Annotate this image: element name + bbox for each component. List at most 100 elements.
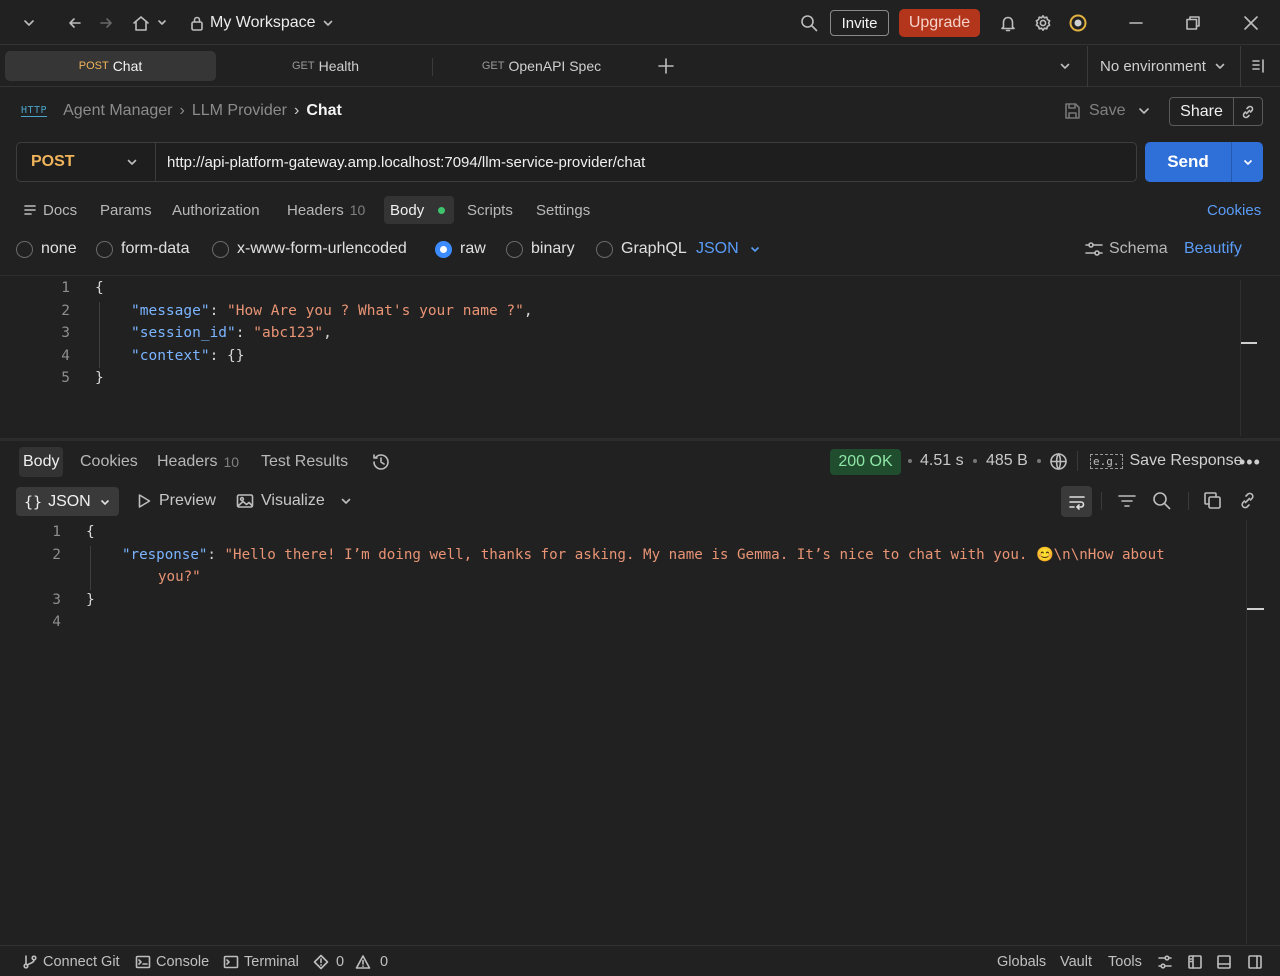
breadcrumb-item[interactable]: Agent Manager bbox=[63, 102, 172, 120]
breadcrumb-current: Chat bbox=[306, 102, 342, 119]
warnings-indicator[interactable]: 0 bbox=[355, 953, 388, 971]
schema-button[interactable]: Schema bbox=[1085, 240, 1168, 258]
environment-selector[interactable]: No environment bbox=[1100, 51, 1235, 81]
connect-git-button[interactable]: Connect Git bbox=[22, 953, 120, 971]
visualize-button[interactable]: Visualize bbox=[236, 490, 325, 512]
invite-button[interactable]: Invite bbox=[830, 10, 889, 36]
tab-post-chat[interactable]: POST Chat bbox=[5, 51, 216, 81]
braces-icon: {} bbox=[24, 492, 43, 511]
tab-docs[interactable]: Docs bbox=[23, 196, 77, 224]
two-pane-layout-icon[interactable] bbox=[1187, 953, 1203, 971]
line-number: 1 bbox=[61, 280, 70, 296]
cookies-link[interactable]: Cookies bbox=[1207, 196, 1261, 224]
save-button[interactable]: Save bbox=[1063, 99, 1125, 123]
wrap-lines-icon[interactable] bbox=[1061, 486, 1092, 517]
history-icon[interactable] bbox=[371, 447, 391, 477]
vault-button[interactable]: Vault bbox=[1060, 953, 1092, 971]
radio-icon bbox=[596, 240, 613, 258]
radio-label: raw bbox=[460, 240, 486, 257]
tab-get-openapi-spec[interactable]: GET OpenAPI Spec bbox=[436, 51, 647, 81]
method-select[interactable]: POST bbox=[16, 142, 156, 182]
response-tab-test-results[interactable]: Test Results bbox=[261, 447, 348, 477]
body-mode-form-data[interactable]: form-data bbox=[96, 240, 189, 258]
share-button[interactable]: Share bbox=[1170, 98, 1234, 125]
upgrade-button[interactable]: Upgrade bbox=[899, 9, 980, 37]
response-time[interactable]: 4.51 s bbox=[920, 452, 964, 470]
environment-quick-look-icon[interactable] bbox=[1248, 51, 1270, 81]
send-button[interactable]: Send bbox=[1145, 152, 1231, 172]
terminal-button[interactable]: Terminal bbox=[223, 953, 299, 971]
code-line: "message": "How Are you ? What's your na… bbox=[131, 303, 533, 319]
body-mode-none[interactable]: none bbox=[16, 240, 77, 258]
response-tab-cookies[interactable]: Cookies bbox=[80, 447, 138, 477]
body-mode-graphql[interactable]: GraphQL bbox=[596, 240, 687, 258]
editor-scrollbar-track[interactable] bbox=[1240, 280, 1241, 436]
json-key: "message" bbox=[131, 303, 210, 319]
response-tab-body[interactable]: Body bbox=[19, 447, 64, 477]
errors-count: 0 bbox=[336, 954, 345, 970]
search-icon[interactable] bbox=[1152, 491, 1171, 510]
response-tab-headers[interactable]: Headers 10 bbox=[157, 447, 239, 477]
tabs-overflow-chevron-icon[interactable] bbox=[1055, 51, 1075, 81]
minimize-icon[interactable] bbox=[1125, 11, 1147, 35]
share-button-group: Share bbox=[1169, 97, 1263, 126]
forward-arrow-icon[interactable] bbox=[95, 11, 117, 35]
response-size[interactable]: 485 B bbox=[986, 452, 1028, 470]
tab-authorization[interactable]: Authorization bbox=[172, 196, 260, 224]
search-icon[interactable] bbox=[798, 11, 820, 35]
sync-status-icon[interactable] bbox=[1067, 11, 1089, 35]
errors-indicator[interactable]: 0 bbox=[313, 953, 344, 971]
tab-scripts[interactable]: Scripts bbox=[467, 196, 513, 224]
link-icon[interactable] bbox=[1234, 104, 1262, 120]
body-mode-urlencoded[interactable]: x-www-form-urlencoded bbox=[212, 240, 407, 258]
response-format-select[interactable]: {} JSON bbox=[16, 487, 119, 516]
tools-button[interactable]: Tools bbox=[1108, 953, 1142, 971]
workspace-switcher[interactable]: My Workspace bbox=[190, 11, 334, 35]
tab-get-health[interactable]: GET Health bbox=[220, 51, 431, 81]
app-menu-chevron-icon[interactable] bbox=[18, 11, 40, 35]
tab-settings[interactable]: Settings bbox=[536, 196, 590, 224]
body-mode-raw[interactable]: raw bbox=[435, 240, 486, 258]
gear-icon[interactable] bbox=[1032, 11, 1054, 35]
body-language-select[interactable]: JSON bbox=[696, 240, 761, 258]
pane-splitter[interactable] bbox=[0, 438, 1280, 441]
breadcrumb-item[interactable]: LLM Provider bbox=[192, 102, 287, 120]
beautify-button[interactable]: Beautify bbox=[1184, 240, 1242, 258]
save-options-chevron-icon[interactable] bbox=[1137, 102, 1151, 120]
env-divider bbox=[1087, 46, 1088, 87]
tab-headers[interactable]: Headers 10 bbox=[287, 196, 365, 224]
bottom-pane-layout-icon[interactable] bbox=[1216, 953, 1232, 971]
code-line: } bbox=[95, 370, 104, 386]
home-icon[interactable] bbox=[129, 11, 169, 35]
more-options-icon[interactable]: ••• bbox=[1239, 452, 1261, 473]
bell-icon[interactable] bbox=[997, 11, 1019, 35]
link-icon[interactable] bbox=[1238, 491, 1257, 510]
visualize-label: Visualize bbox=[261, 492, 325, 509]
tab-body[interactable]: Body bbox=[384, 196, 454, 224]
viewer-scrollbar-track[interactable] bbox=[1246, 520, 1247, 944]
globals-button[interactable]: Globals bbox=[997, 953, 1046, 971]
url-input[interactable]: http://api-platform-gateway.amp.localhos… bbox=[155, 142, 1137, 182]
line-number: 4 bbox=[61, 348, 70, 364]
console-button[interactable]: Console bbox=[135, 953, 209, 971]
save-response-button[interactable]: e.g. Save Response bbox=[1090, 451, 1242, 471]
request-body-editor[interactable]: 1 2 3 4 5 { "message": "How Are you ? Wh… bbox=[0, 275, 1280, 437]
body-mode-binary[interactable]: binary bbox=[506, 240, 575, 258]
visualize-options-chevron-icon[interactable] bbox=[340, 490, 352, 512]
right-pane-layout-icon[interactable] bbox=[1247, 953, 1263, 971]
new-tab-plus-icon[interactable] bbox=[654, 51, 678, 81]
globe-icon[interactable] bbox=[1049, 452, 1068, 471]
restore-icon[interactable] bbox=[1182, 11, 1204, 35]
send-button-group: Send bbox=[1145, 142, 1263, 182]
settings-sliders-icon[interactable] bbox=[1157, 953, 1173, 971]
filter-icon[interactable] bbox=[1117, 492, 1137, 510]
copy-icon[interactable] bbox=[1203, 491, 1222, 510]
close-icon[interactable] bbox=[1240, 11, 1262, 35]
status-badge[interactable]: 200 OK bbox=[830, 449, 901, 475]
tab-params[interactable]: Params bbox=[100, 196, 152, 224]
back-arrow-icon[interactable] bbox=[64, 11, 86, 35]
breadcrumb: HTTP Agent Manager › LLM Provider › Chat bbox=[21, 99, 342, 123]
send-options-chevron-icon[interactable] bbox=[1232, 156, 1263, 168]
preview-button[interactable]: Preview bbox=[136, 490, 216, 512]
response-body-viewer[interactable]: 1 2 3 4 { "response": "Hello there! I’m … bbox=[0, 520, 1280, 944]
